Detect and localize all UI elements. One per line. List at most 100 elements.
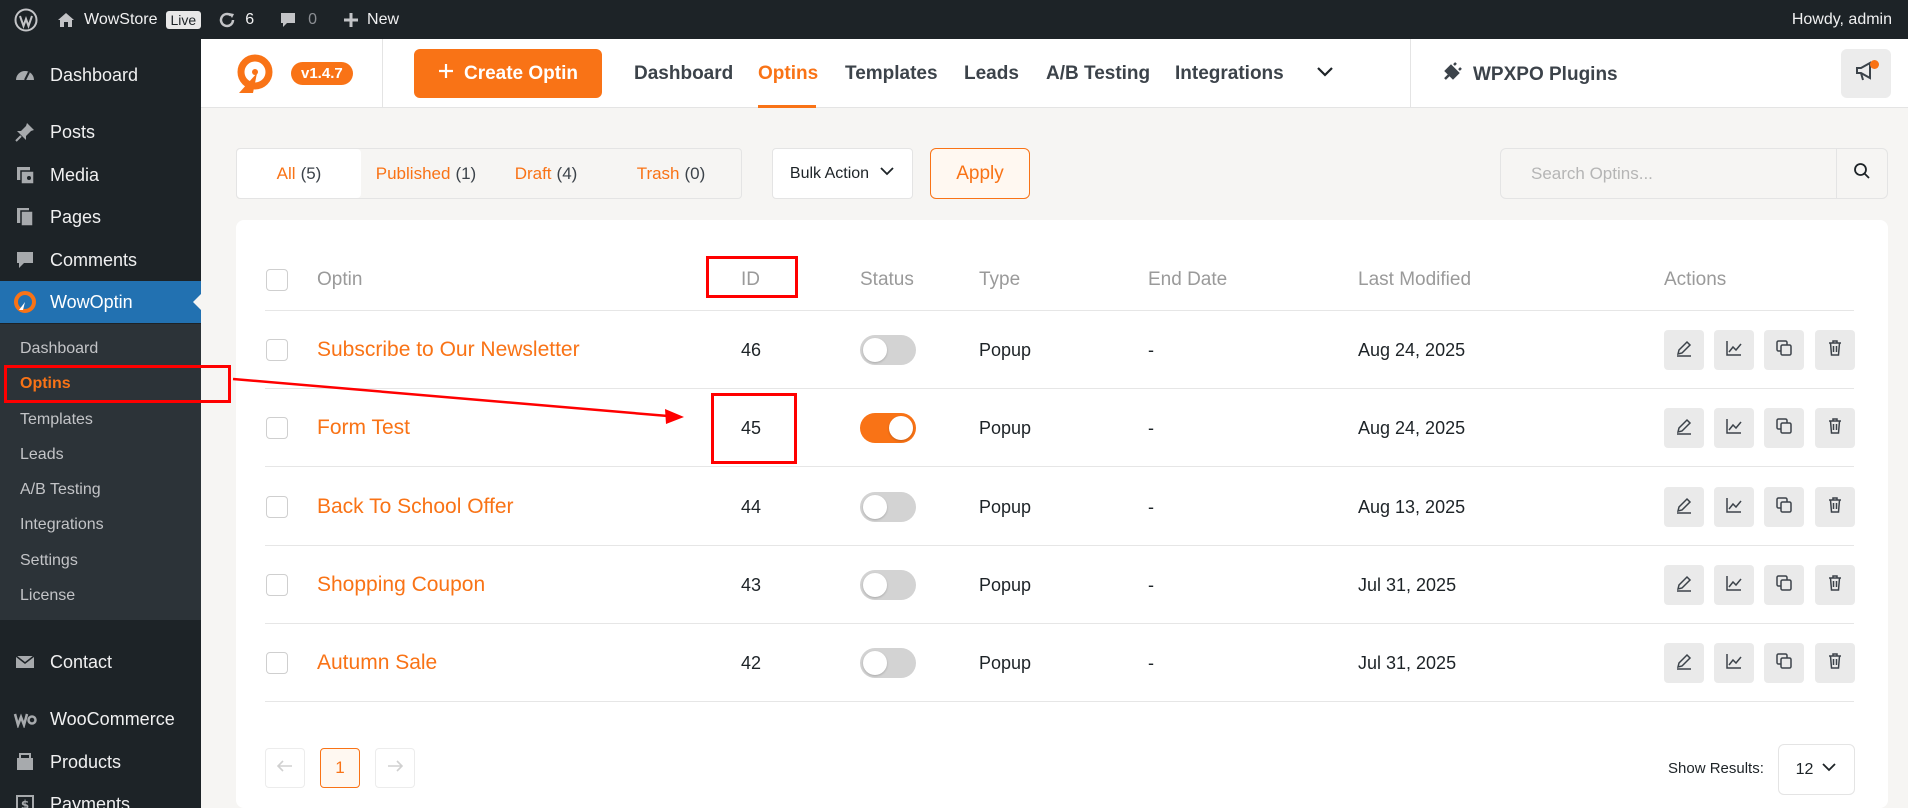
row-checkbox[interactable]: [266, 417, 288, 439]
edit-button[interactable]: [1664, 643, 1704, 683]
analytics-button[interactable]: [1714, 408, 1754, 448]
nav-optins[interactable]: Optins: [758, 63, 818, 85]
optin-type: Popup: [979, 496, 1032, 517]
row-checkbox[interactable]: [266, 652, 288, 674]
delete-button[interactable]: [1815, 565, 1855, 605]
status-toggle[interactable]: [860, 492, 916, 522]
optin-title-link[interactable]: Autumn Sale: [317, 624, 437, 702]
status-toggle-wrap: [860, 389, 916, 467]
analytics-button[interactable]: [1714, 643, 1754, 683]
sidebar-item-woocommerce[interactable]: WooCommerce: [0, 698, 201, 740]
column-header-actions: Actions: [1664, 269, 1727, 290]
user-greeting[interactable]: Howdy, admin: [1792, 0, 1892, 39]
updates-count: 6: [245, 10, 255, 28]
optin-title-link[interactable]: Back To School Offer: [317, 468, 514, 546]
search-button[interactable]: [1836, 149, 1887, 198]
table-row: Subscribe to Our Newsletter 46 Popup - Aug 2…: [0, 311, 1908, 389]
chevron-down-icon[interactable]: [1313, 59, 1337, 88]
sidebar-item-label: Dashboard: [50, 64, 139, 85]
chevron-down-icon: [1821, 759, 1837, 780]
results-per-page-select[interactable]: 12: [1778, 744, 1855, 795]
sidebar-item-dashboard[interactable]: Dashboard: [0, 54, 201, 96]
next-page-button[interactable]: [375, 748, 415, 788]
tab-draft[interactable]: Draft (4): [491, 149, 601, 198]
updates-link[interactable]: 6: [209, 0, 262, 39]
edit-button[interactable]: [1664, 565, 1704, 605]
analytics-button[interactable]: [1714, 330, 1754, 370]
nav-dashboard[interactable]: Dashboard: [634, 63, 733, 85]
duplicate-button[interactable]: [1764, 330, 1804, 370]
announcements-button[interactable]: [1841, 49, 1891, 98]
sidebar-item-comments[interactable]: Comments: [0, 239, 201, 281]
prev-page-button[interactable]: [265, 748, 305, 788]
duplicate-button[interactable]: [1764, 408, 1804, 448]
status-toggle[interactable]: [860, 570, 916, 600]
optin-id: 43: [741, 574, 762, 595]
bulk-action-select[interactable]: Bulk Action: [772, 148, 913, 199]
optin-title-link[interactable]: Form Test: [317, 389, 410, 467]
status-toggle-wrap: [860, 468, 916, 546]
sidebar-item-payments[interactable]: $ Payments: [0, 783, 201, 808]
apply-button[interactable]: Apply: [930, 148, 1030, 199]
edit-button[interactable]: [1664, 408, 1704, 448]
new-content-link[interactable]: New: [325, 0, 407, 39]
row-checkbox[interactable]: [266, 339, 288, 361]
analytics-button[interactable]: [1714, 487, 1754, 527]
optin-type: Popup: [979, 417, 1032, 438]
page-button-current[interactable]: 1: [320, 748, 360, 788]
tab-published[interactable]: Published (1): [361, 149, 491, 198]
wordpress-logo-icon[interactable]: [0, 0, 46, 39]
delete-button[interactable]: [1815, 643, 1855, 683]
wpxpo-plugins-link[interactable]: WPXPO Plugins: [1441, 61, 1618, 89]
nav-ab-testing[interactable]: A/B Testing: [1046, 63, 1150, 85]
search-input[interactable]: [1501, 149, 1834, 198]
edit-button[interactable]: [1664, 487, 1704, 527]
sidebar-item-label: Payments: [50, 793, 131, 808]
select-all-checkbox[interactable]: [266, 269, 288, 291]
delete-button[interactable]: [1815, 487, 1855, 527]
create-optin-button[interactable]: Create Optin: [414, 49, 602, 98]
delete-button[interactable]: [1815, 408, 1855, 448]
analytics-button[interactable]: [1714, 565, 1754, 605]
status-toggle[interactable]: [860, 335, 916, 365]
sidebar-item-products[interactable]: Products: [0, 741, 201, 783]
payments-icon: $: [0, 793, 50, 808]
sidebar-item-media[interactable]: Media: [0, 154, 201, 196]
annotation-box-id-45: [711, 393, 797, 464]
column-header-status: Status: [860, 269, 914, 290]
nav-leads[interactable]: Leads: [964, 63, 1019, 85]
sidebar-item-posts[interactable]: Posts: [0, 111, 201, 153]
nav-integrations[interactable]: Integrations: [1175, 63, 1284, 85]
site-name-link[interactable]: WowStore Live: [46, 0, 209, 39]
tab-trash[interactable]: Trash (0): [601, 149, 741, 198]
optin-title-link[interactable]: Shopping Coupon: [317, 546, 485, 624]
table-row: Form Test 45 Popup - Aug 24, 2025: [0, 389, 1908, 467]
duplicate-icon: [1775, 339, 1793, 362]
duplicate-button[interactable]: [1764, 565, 1804, 605]
column-header-optin[interactable]: Optin: [317, 269, 362, 291]
status-toggle[interactable]: [860, 648, 916, 678]
edit-icon: [1675, 496, 1693, 519]
comments-link[interactable]: 0: [262, 0, 325, 39]
toggle-knob: [863, 338, 887, 362]
nav-templates[interactable]: Templates: [845, 63, 938, 85]
delete-button[interactable]: [1815, 330, 1855, 370]
tab-all[interactable]: All (5): [237, 149, 361, 198]
notification-dot: [1870, 60, 1879, 69]
tab-label: All: [276, 163, 296, 183]
optin-type: Popup: [979, 339, 1032, 360]
optin-title-link[interactable]: Subscribe to Our Newsletter: [317, 311, 580, 389]
column-header-last-modified[interactable]: Last Modified: [1358, 269, 1471, 291]
sidebar-item-label: Pages: [50, 206, 102, 227]
sidebar-item-pages[interactable]: Pages: [0, 196, 201, 238]
edit-button[interactable]: [1664, 330, 1704, 370]
trash-icon: [1826, 496, 1844, 519]
duplicate-button[interactable]: [1764, 487, 1804, 527]
row-checkbox[interactable]: [266, 574, 288, 596]
duplicate-button[interactable]: [1764, 643, 1804, 683]
row-checkbox[interactable]: [266, 496, 288, 518]
wowoptin-logo-icon[interactable]: [231, 53, 279, 102]
status-toggle[interactable]: [860, 413, 916, 443]
site-name: WowStore: [84, 10, 158, 28]
per-page-value: 12: [1795, 760, 1814, 778]
